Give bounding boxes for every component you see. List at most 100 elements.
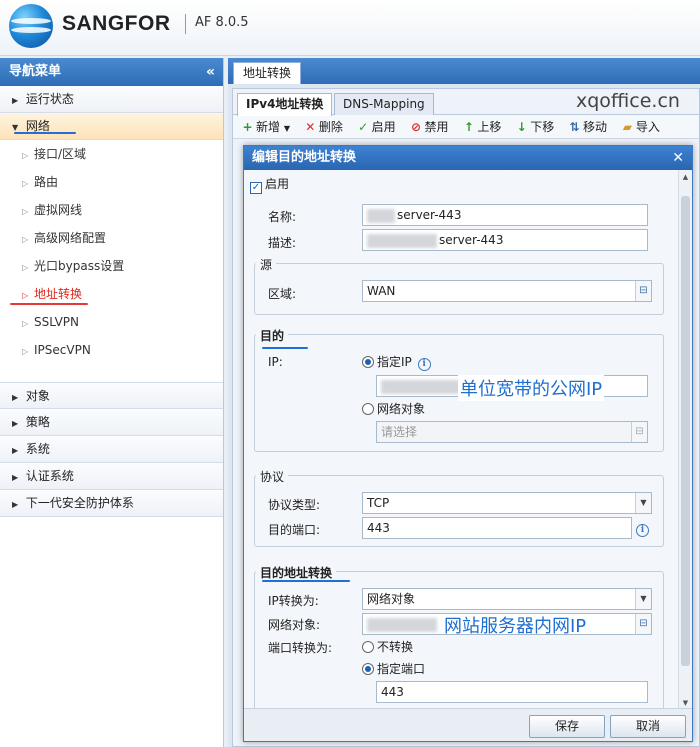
- protocol-type-label: 协议类型:: [268, 498, 321, 512]
- nav-item-interface-zone[interactable]: ▷ 接口/区域: [0, 140, 223, 168]
- redacted-block: [367, 208, 395, 223]
- nav-item-ipsecvpn[interactable]: ▷ IPSecVPN: [0, 336, 223, 364]
- description-value: server-443: [439, 233, 504, 247]
- disable-button[interactable]: ⊘ 禁用: [410, 115, 449, 139]
- redacted-block: [367, 617, 437, 632]
- move-down-button[interactable]: ↓ 下移: [515, 115, 555, 139]
- protocol-select[interactable]: TCP ▼: [362, 492, 652, 514]
- cancel-button[interactable]: 取消: [610, 715, 686, 738]
- info-icon[interactable]: i: [417, 358, 431, 371]
- caret-right-icon: ▶: [12, 473, 19, 482]
- info-icon[interactable]: i: [636, 521, 649, 537]
- disable-label: 禁用: [424, 120, 449, 134]
- dropdown-arrow-icon: ▼: [283, 124, 290, 133]
- caret-right-icon: ▶: [12, 96, 19, 105]
- specify-port-radio-row[interactable]: 指定端口: [362, 660, 425, 677]
- scroll-up-icon[interactable]: ▲: [679, 170, 692, 184]
- convert-port-field[interactable]: 443: [376, 681, 648, 703]
- add-button[interactable]: + 新增 ▼: [241, 115, 290, 141]
- enable-button[interactable]: ✓ 启用: [357, 115, 396, 139]
- description-field[interactable]: server-443: [362, 229, 648, 251]
- nav-section-system[interactable]: ▶ 系统: [0, 436, 223, 463]
- nav-item-label: 接口/区域: [34, 147, 87, 161]
- subtab-bar: IPv4地址转换 DNS-Mapping xqoffice.cn: [233, 89, 699, 116]
- nav-item-advanced-network[interactable]: ▷ 高级网络配置: [0, 224, 223, 252]
- dest-port-field[interactable]: 443: [362, 517, 632, 539]
- enable-checkbox[interactable]: ✓: [250, 182, 262, 194]
- internal-ip-annotation: 网站服务器内网IP: [444, 616, 587, 637]
- nav-section-auth[interactable]: ▶ 认证系统: [0, 463, 223, 490]
- check-icon: ✓: [358, 120, 369, 134]
- no-convert-label: 不转换: [377, 640, 414, 654]
- dialog-scrollbar[interactable]: ▲ ▼: [678, 170, 692, 710]
- public-ip-annotation: 单位宽带的公网IP: [458, 375, 605, 401]
- ban-icon: ⊘: [410, 120, 422, 134]
- tab-ipv4-nat[interactable]: IPv4地址转换: [237, 93, 333, 116]
- enable-checkbox-row[interactable]: ✓ 启用: [250, 175, 289, 194]
- app-header: SANGFOR AF 8.0.5: [0, 0, 700, 56]
- no-convert-radio[interactable]: [362, 641, 374, 653]
- folder-icon: ▰: [622, 120, 632, 134]
- close-icon[interactable]: ✕: [672, 146, 684, 170]
- name-field[interactable]: server-443: [362, 204, 648, 226]
- name-label: 名称:: [268, 210, 297, 224]
- no-convert-radio-row[interactable]: 不转换: [362, 638, 413, 655]
- nav-section-policy[interactable]: ▶ 策略: [0, 409, 223, 436]
- nav-menu-title: 导航菜单 «: [0, 58, 223, 86]
- nav-section-ngaf[interactable]: ▶ 下一代安全防护体系: [0, 490, 223, 517]
- tab-dns-mapping[interactable]: DNS-Mapping: [334, 93, 434, 115]
- dest-object-picker[interactable]: 请选择 ⊟: [376, 421, 648, 443]
- protocol-value: TCP: [367, 496, 390, 510]
- move-up-button[interactable]: ↑ 上移: [462, 115, 502, 139]
- zone-picker[interactable]: WAN ⊟: [362, 280, 652, 302]
- dialog-title: 编辑目的地址转换 ✕: [244, 146, 692, 170]
- net-object-radio-row[interactable]: 网络对象: [362, 400, 425, 417]
- dnat-legend: 目的地址转换: [256, 564, 337, 581]
- save-button[interactable]: 保存: [529, 715, 605, 738]
- toolbar: + 新增 ▼ ✕ 删除 ✓ 启用 ⊘ 禁用 ↑ 上移 ↓ 下移 ⇅ 移动 ▰ 导入: [233, 115, 699, 139]
- main-tabbar: 地址转换: [228, 58, 700, 84]
- ip-convert-label: IP转换为:: [268, 594, 319, 608]
- select-placeholder: 请选择: [381, 425, 418, 439]
- ip-convert-select[interactable]: 网络对象 ▼: [362, 588, 652, 610]
- import-button[interactable]: ▰ 导入: [621, 115, 660, 139]
- nav-item-nat[interactable]: ▷ 地址转换: [0, 280, 223, 308]
- nav-item-virtual-wire[interactable]: ▷ 虚拟网线: [0, 196, 223, 224]
- nav-item-route[interactable]: ▷ 路由: [0, 168, 223, 196]
- dialog-title-text: 编辑目的地址转换: [252, 150, 357, 165]
- specify-ip-radio[interactable]: [362, 356, 374, 368]
- dialog-body: ✓ 启用 名称: server-443 描述: server-443 源 区域: …: [244, 170, 680, 710]
- picker-icon[interactable]: ⊟: [635, 281, 651, 301]
- specify-port-radio[interactable]: [362, 663, 374, 675]
- destination-legend: 目的: [256, 327, 289, 344]
- caret-right-icon: ▷: [22, 319, 29, 328]
- nav-section-label: 系统: [25, 442, 50, 456]
- net-object-radio[interactable]: [362, 403, 374, 415]
- nav-section-status[interactable]: ▶ 运行状态: [0, 86, 223, 113]
- move-label: 移动: [583, 120, 608, 134]
- delete-icon: ✕: [305, 120, 316, 134]
- specify-ip-radio-row[interactable]: 指定IP i: [362, 353, 431, 371]
- nav-section-objects[interactable]: ▶ 对象: [0, 382, 223, 409]
- nav-item-sslvpn[interactable]: ▷ SSLVPN: [0, 308, 223, 336]
- nav-item-label: 地址转换: [34, 287, 83, 301]
- scroll-thumb[interactable]: [681, 196, 690, 666]
- net-object-label: 网络对象:: [268, 618, 321, 632]
- chevron-down-icon[interactable]: ▼: [635, 589, 651, 609]
- collapse-sidebar-icon[interactable]: «: [206, 58, 215, 86]
- caret-right-icon: ▶: [12, 446, 19, 455]
- nav-section-network[interactable]: ▼ 网络: [0, 113, 223, 140]
- add-label: 新增: [256, 120, 281, 134]
- chevron-down-icon[interactable]: ▼: [635, 493, 651, 513]
- tab-nat[interactable]: 地址转换: [233, 62, 302, 84]
- delete-button[interactable]: ✕ 删除: [304, 115, 343, 139]
- nav-item-label: SSLVPN: [34, 315, 80, 329]
- net-object-radio-label: 网络对象: [377, 402, 426, 416]
- nav-section-label: 认证系统: [25, 469, 74, 483]
- caret-right-icon: ▷: [22, 291, 29, 300]
- move-button[interactable]: ⇅ 移动: [568, 115, 608, 139]
- picker-icon[interactable]: ⊟: [631, 422, 647, 442]
- picker-icon[interactable]: ⊟: [635, 614, 651, 634]
- nav-item-bypass[interactable]: ▷ 光口bypass设置: [0, 252, 223, 280]
- caret-right-icon: ▷: [22, 263, 29, 272]
